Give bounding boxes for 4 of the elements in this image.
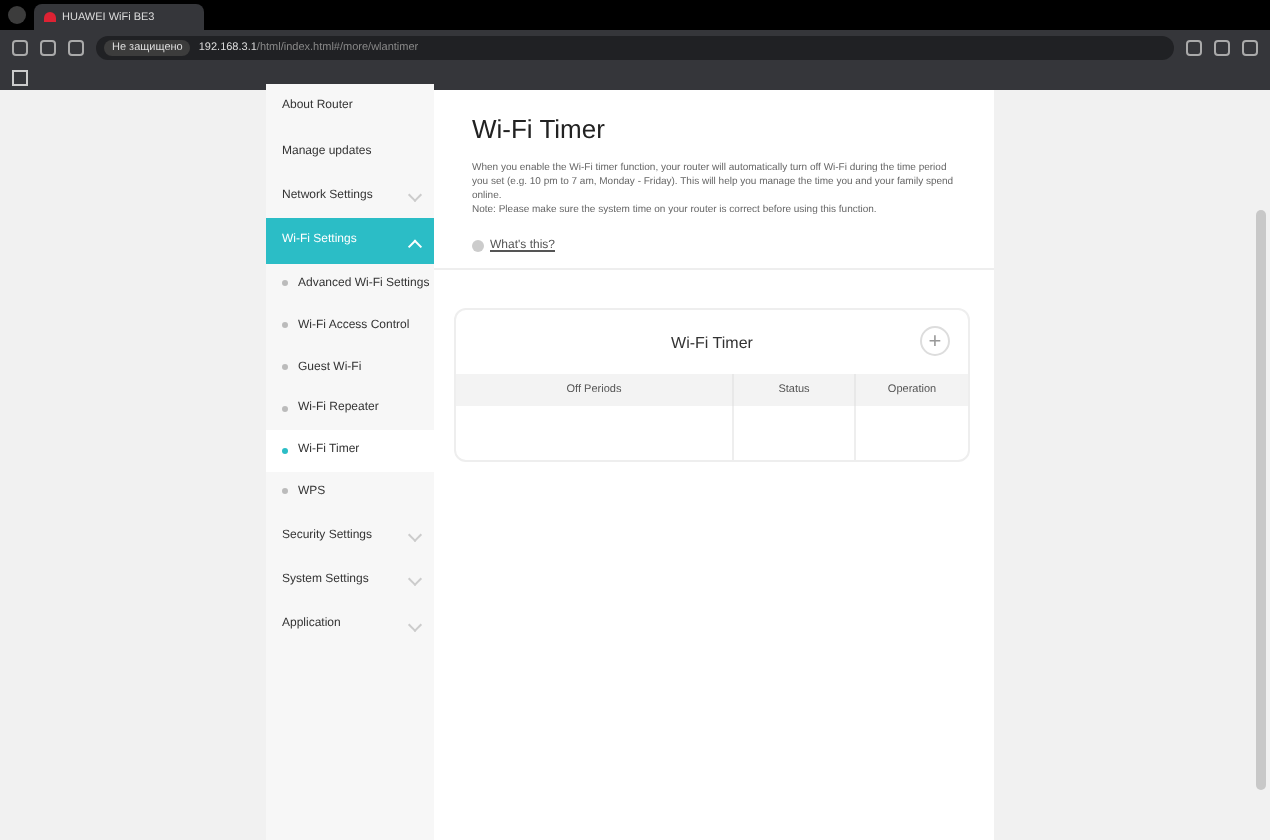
favicon-icon [44, 12, 56, 22]
scrollbar[interactable] [1256, 210, 1266, 790]
page-title: Wi-Fi Timer [472, 114, 607, 144]
card-title: Wi-Fi Timer [671, 333, 753, 351]
